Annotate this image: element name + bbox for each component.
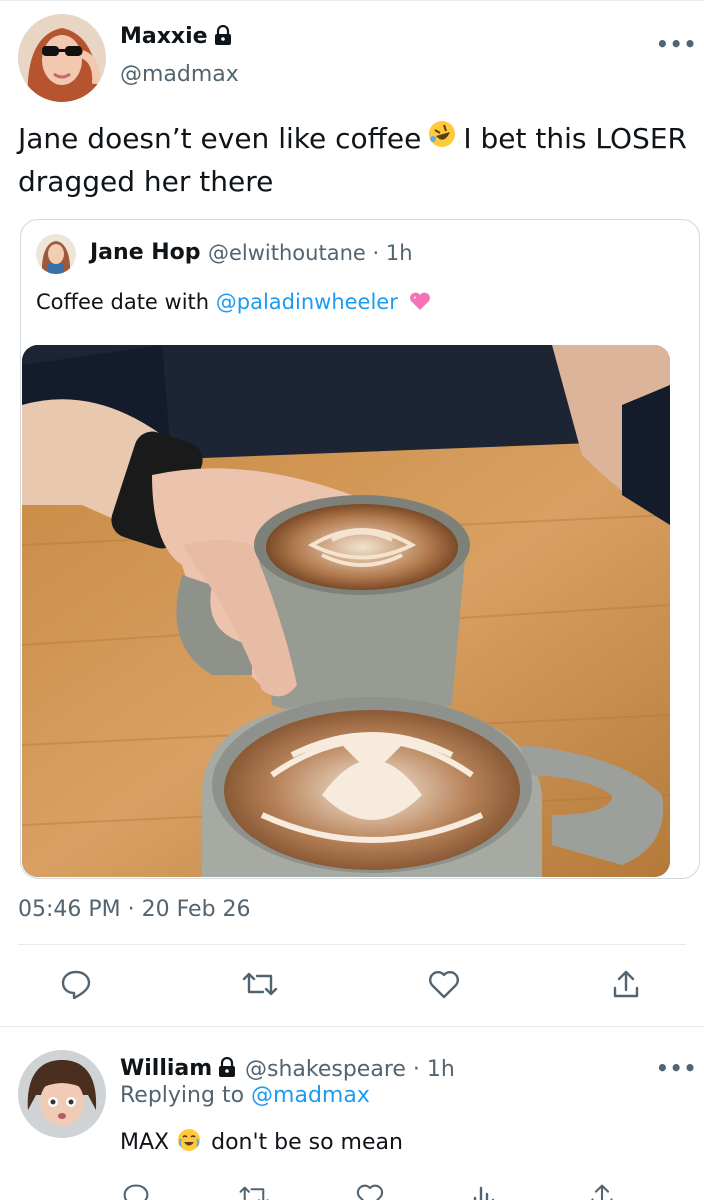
quoted-author-name[interactable]: Jane Hop: [90, 240, 201, 265]
reply-like-button[interactable]: [350, 1178, 390, 1200]
replying-to-label: Replying to: [120, 1083, 245, 1108]
reply-reply-button[interactable]: [116, 1178, 156, 1200]
retweet-icon: [238, 1182, 270, 1200]
more-options-button[interactable]: •••: [656, 32, 697, 56]
share-icon: [611, 968, 641, 1004]
author-name[interactable]: Maxxie: [120, 24, 232, 51]
reply-author-handle[interactable]: @shakespeare: [245, 1057, 406, 1082]
reply-icon: [122, 1182, 150, 1200]
reply-avatar[interactable]: [18, 1050, 106, 1138]
reply-button[interactable]: [56, 966, 96, 1006]
pink-heart-emoji-icon: [409, 291, 431, 316]
share-icon: [589, 1182, 615, 1200]
quoted-time: 1h: [385, 241, 413, 265]
quoted-separator: ·: [372, 241, 380, 265]
reply-meta: @shakespeare · 1h: [245, 1057, 455, 1082]
lock-icon: [214, 24, 232, 51]
replying-to-handle-link[interactable]: @madmax: [251, 1083, 370, 1108]
retweet-button[interactable]: [240, 966, 280, 1006]
quoted-avatar[interactable]: [36, 234, 76, 274]
heart-icon: [355, 1182, 385, 1200]
reply-icon: [60, 968, 92, 1004]
rolling-on-floor-laughing-emoji-icon: [427, 119, 457, 161]
divider: [18, 944, 686, 945]
reply-more-options-button[interactable]: •••: [656, 1056, 697, 1080]
reply-text-part2: don't be so mean: [211, 1130, 403, 1155]
avatar[interactable]: [18, 14, 106, 102]
reply-text-part1: MAX: [120, 1130, 170, 1155]
share-button[interactable]: [606, 966, 646, 1006]
reply-retweet-button[interactable]: [234, 1178, 274, 1200]
tweet-timestamp[interactable]: 05:46 PM · 20 Feb 26: [18, 897, 251, 922]
quoted-text: Coffee date with @paladinwheeler: [36, 290, 437, 316]
replying-to: Replying to @madmax: [120, 1083, 370, 1108]
top-divider: [0, 0, 704, 1]
author-name-text: Maxxie: [120, 24, 208, 49]
reply-author-name-text: William: [120, 1056, 213, 1081]
tweet-text-part1: Jane doesn’t even like coffee: [18, 122, 422, 155]
quoted-mention-link[interactable]: @paladinwheeler: [216, 290, 398, 314]
divider: [0, 1026, 704, 1027]
quoted-text-body: Coffee date with: [36, 290, 210, 314]
like-button[interactable]: [424, 966, 464, 1006]
quoted-meta: @elwithoutane · 1h: [208, 241, 413, 265]
reply-text: MAX don't be so mean: [120, 1128, 403, 1158]
author-handle[interactable]: @madmax: [120, 62, 239, 87]
analytics-icon: [471, 1182, 497, 1200]
tweet-detail-page: Maxxie @madmax ••• Jane doesn’t even lik…: [0, 0, 704, 1200]
quoted-author-handle[interactable]: @elwithoutane: [208, 241, 366, 265]
retweet-icon: [241, 968, 279, 1004]
lock-icon: [218, 1056, 236, 1083]
reply-author-name[interactable]: William: [120, 1056, 236, 1083]
analytics-button[interactable]: [464, 1178, 504, 1200]
reply-separator: ·: [412, 1057, 420, 1082]
coffee-photo[interactable]: [22, 345, 670, 877]
heart-icon: [427, 968, 461, 1004]
tweet-text: Jane doesn’t even like coffee I bet this …: [18, 118, 688, 203]
reply-share-button[interactable]: [582, 1178, 622, 1200]
reply-time: 1h: [426, 1057, 455, 1082]
crying-laughing-emoji-icon: [177, 1128, 201, 1158]
